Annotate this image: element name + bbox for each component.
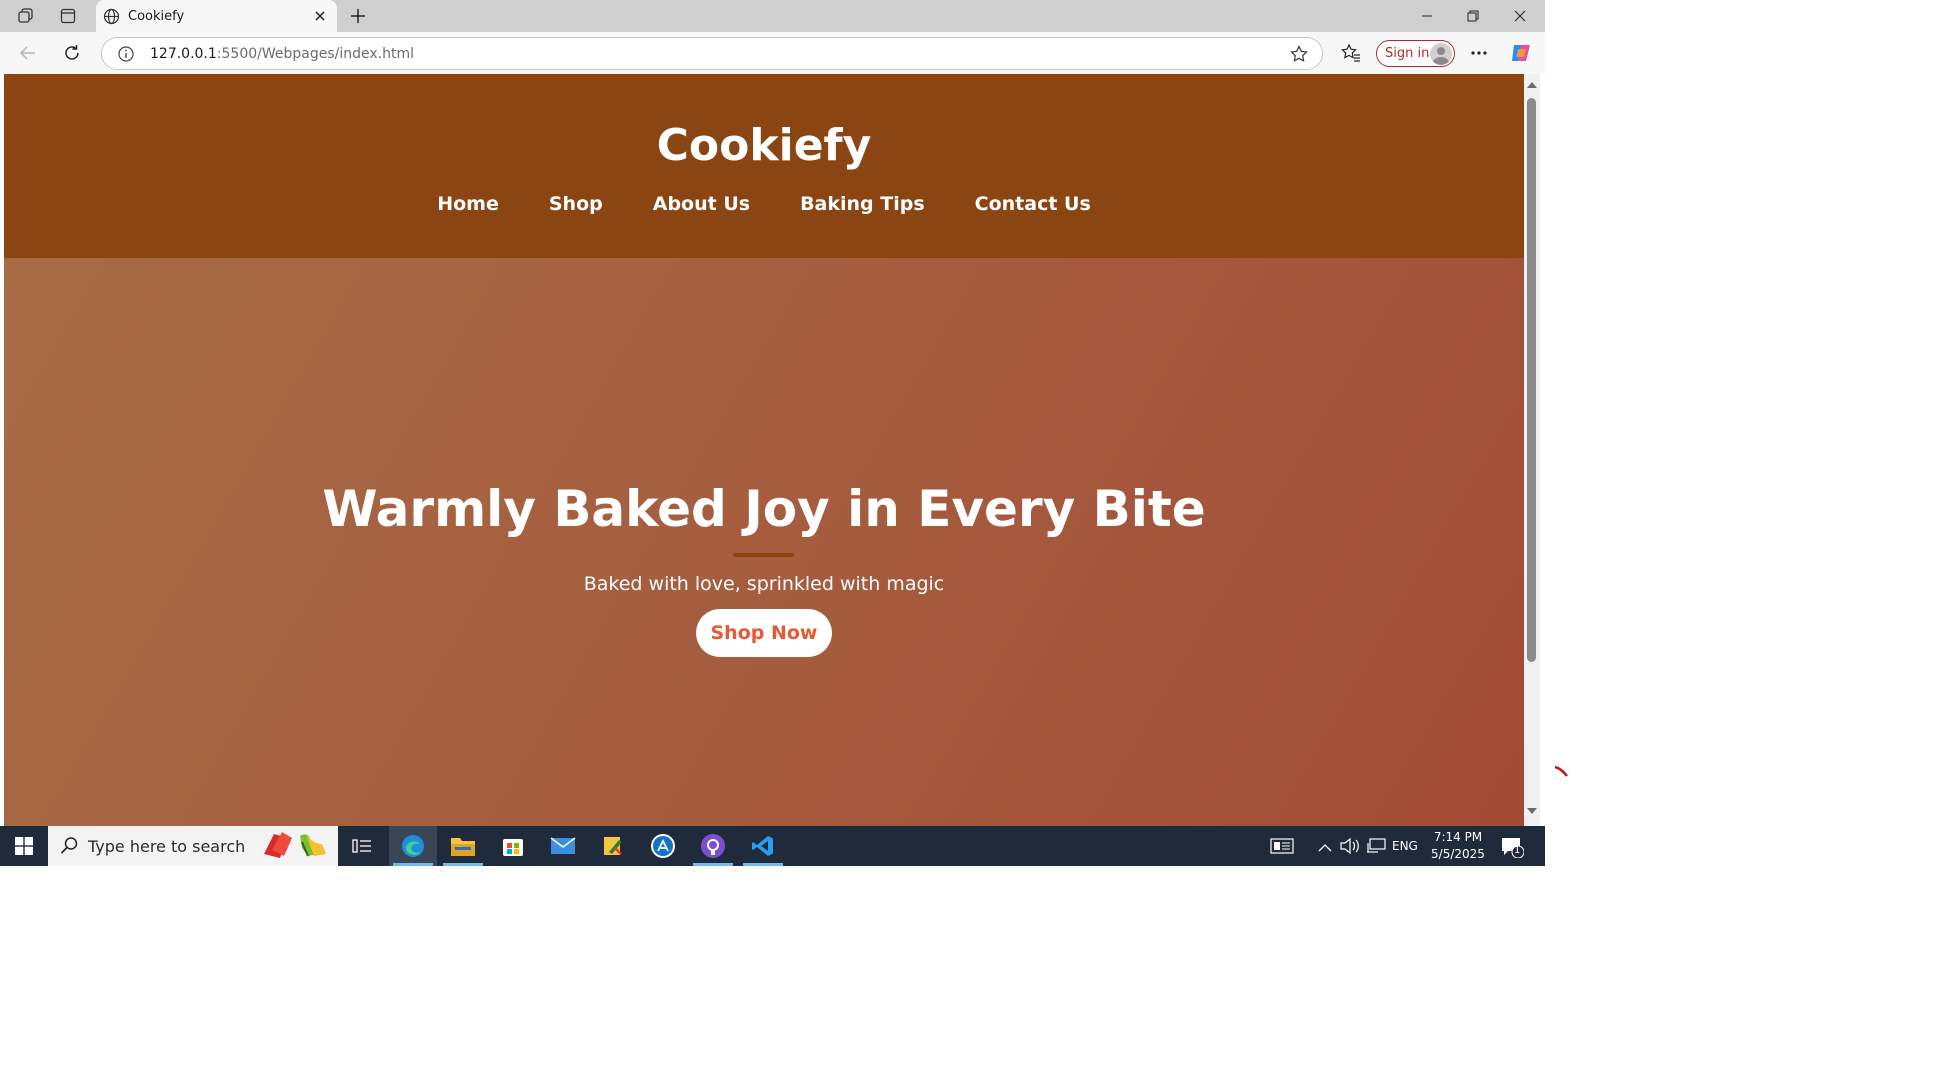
file-explorer-icon[interactable]	[439, 826, 487, 866]
back-button[interactable]	[13, 38, 43, 68]
open-indicator	[443, 863, 483, 866]
windows-start-icon[interactable]	[0, 826, 48, 866]
tab-cookiefy[interactable]: Cookiefy	[96, 0, 337, 33]
nav-about-us[interactable]: About Us	[653, 193, 750, 215]
copilot-icon[interactable]	[1506, 38, 1536, 68]
taskbar-search-box[interactable]: Type here to search	[48, 826, 338, 866]
active-indicator	[393, 863, 433, 866]
close-icon[interactable]	[309, 5, 331, 27]
paint-icon[interactable]	[589, 826, 637, 866]
page-viewport: Cookiefy Home Shop About Us Baking Tips …	[4, 74, 1524, 826]
hero-subtitle: Baked with love, sprinkled with magic	[583, 573, 945, 595]
favorites-icon[interactable]	[1336, 38, 1366, 68]
avatar	[1430, 43, 1452, 65]
taskbar-clock[interactable]: 7:14 PM 5/5/2025	[1424, 829, 1492, 863]
url-text: 127.0.0.1:5500/Webpages/index.html	[150, 46, 414, 62]
tab-strip: Cookiefy	[0, 0, 1545, 33]
app-store-icon[interactable]	[639, 826, 687, 866]
window-close-button[interactable]	[1497, 0, 1543, 32]
taskbar: Type here to search ENG 7:14 PM 5/5/2025…	[0, 826, 1545, 866]
favorite-star-icon[interactable]	[1290, 45, 1308, 68]
mail-icon[interactable]	[539, 826, 587, 866]
nav-baking-tips[interactable]: Baking Tips	[800, 193, 925, 215]
site-header: Cookiefy Home Shop About Us Baking Tips …	[4, 74, 1524, 258]
vscode-icon[interactable]	[739, 826, 787, 866]
more-options-icon[interactable]	[1464, 38, 1494, 68]
task-view-icon[interactable]	[338, 826, 386, 866]
clock-time: 7:14 PM	[1433, 830, 1483, 844]
tab-title: Cookiefy	[128, 9, 185, 24]
language-indicator[interactable]: ENG	[1392, 839, 1418, 853]
search-highlight-icon	[262, 828, 334, 866]
hero-section: Warmly Baked Joy in Every Bite Baked wit…	[4, 258, 1524, 826]
site-brand[interactable]: Cookiefy	[4, 120, 1524, 171]
vertical-tabs-icon[interactable]	[54, 4, 82, 28]
url-path: :5500/Webpages/index.html	[216, 46, 414, 62]
browser-toolbar: 127.0.0.1:5500/Webpages/index.html Sign …	[0, 32, 1545, 74]
volume-icon[interactable]	[1340, 837, 1360, 859]
main-nav: Home Shop About Us Baking Tips Contact U…	[4, 193, 1524, 215]
edge-taskbar-icon[interactable]	[389, 826, 437, 866]
new-tab-button[interactable]	[345, 4, 371, 28]
github-icon[interactable]	[689, 826, 737, 866]
scroll-down-icon[interactable]	[1527, 806, 1537, 816]
red-mark-icon	[1554, 764, 1568, 782]
site-info-icon[interactable]	[118, 46, 134, 67]
address-bar[interactable]: 127.0.0.1:5500/Webpages/index.html	[101, 37, 1323, 70]
page-scrollbar[interactable]	[1524, 74, 1540, 826]
desktop-screen: Cookiefy 127.0.0.1:5500/Webpages/index.h…	[0, 0, 1545, 866]
open-indicator	[693, 863, 733, 866]
nav-contact-us[interactable]: Contact Us	[975, 193, 1091, 215]
nav-home[interactable]: Home	[437, 193, 499, 215]
chevron-up-icon[interactable]	[1318, 840, 1332, 858]
refresh-button[interactable]	[57, 38, 87, 68]
screen-root: Cookiefy 127.0.0.1:5500/Webpages/index.h…	[0, 0, 1951, 1078]
clock-date: 5/5/2025	[1431, 847, 1485, 861]
sign-in-button[interactable]: Sign in	[1376, 40, 1455, 67]
news-widget-icon[interactable]	[1270, 838, 1294, 859]
scroll-up-icon[interactable]	[1527, 80, 1537, 90]
store-icon[interactable]	[489, 826, 537, 866]
sign-in-label: Sign in	[1385, 46, 1430, 61]
restore-button[interactable]	[1450, 0, 1496, 32]
notification-count: 1	[1514, 845, 1521, 856]
hero-divider	[733, 553, 794, 557]
nav-shop[interactable]: Shop	[549, 193, 603, 215]
url-host: 127.0.0.1	[150, 46, 217, 62]
minimize-button[interactable]	[1404, 0, 1450, 32]
notification-icon[interactable]: 1	[1500, 836, 1525, 863]
network-icon[interactable]	[1366, 838, 1386, 859]
open-indicator	[743, 863, 783, 866]
shop-now-button[interactable]: Shop Now	[696, 609, 832, 657]
search-icon	[60, 836, 79, 860]
hero-title: Warmly Baked Joy in Every Bite	[322, 480, 1206, 538]
scrollbar-thumb[interactable]	[1527, 98, 1536, 662]
globe-icon	[103, 8, 120, 30]
search-placeholder: Type here to search	[88, 837, 246, 856]
workspaces-icon[interactable]	[12, 4, 40, 28]
